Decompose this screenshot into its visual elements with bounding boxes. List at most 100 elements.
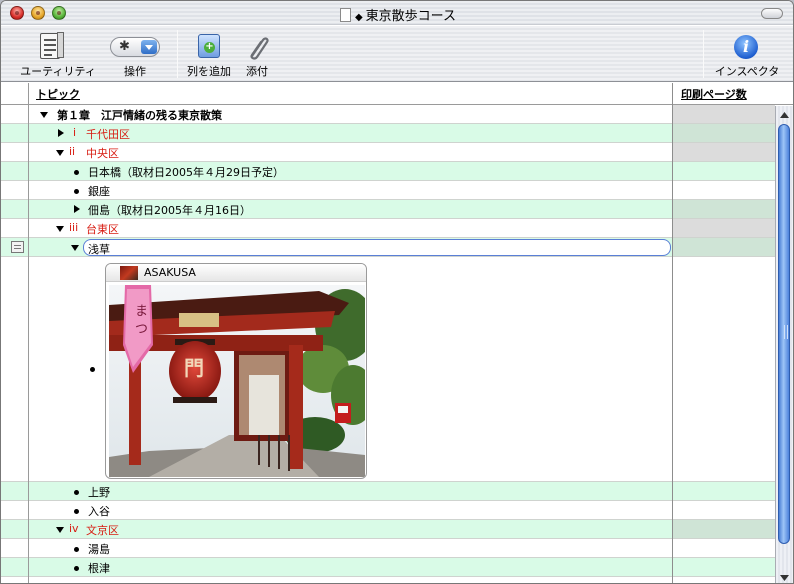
row-text: 佃島（取材日2005年４月16日） — [88, 204, 251, 217]
column-header-row: トピック 印刷ページ数 — [1, 83, 793, 105]
bullet-icon — [74, 547, 79, 552]
print-pages-cell[interactable] — [673, 200, 775, 218]
bullet-icon — [74, 566, 79, 571]
topic-edit-field[interactable]: 浅草 — [83, 239, 671, 256]
window-title-text: 東京散歩コース — [365, 9, 457, 24]
disclosure-expanded-icon[interactable] — [71, 245, 79, 251]
print-pages-cell[interactable] — [673, 162, 775, 180]
inspector-button[interactable]: i インスペクタ — [713, 26, 781, 82]
outline-row[interactable]: 根津 — [1, 558, 775, 577]
print-pages-cell[interactable] — [673, 219, 775, 237]
print-pages-cell[interactable] — [673, 181, 775, 199]
bullet-icon — [74, 509, 79, 514]
row-text: 浅草 — [88, 243, 110, 256]
outline-row-partial[interactable] — [1, 577, 775, 583]
disclosure-collapsed-icon[interactable] — [74, 205, 80, 213]
svg-text:つ: つ — [135, 322, 148, 337]
attach-button[interactable]: 添付 — [235, 26, 279, 82]
column-header-topic[interactable]: トピック — [36, 86, 80, 102]
svg-text:ま: ま — [135, 304, 148, 319]
outline-row[interactable]: iv 文京区 — [1, 520, 775, 539]
row-marker: iv — [69, 522, 79, 535]
vertical-scrollbar[interactable] — [775, 106, 793, 584]
row-handle-divider — [28, 83, 29, 583]
row-text: 湯島 — [88, 543, 110, 556]
add-column-icon: + — [198, 34, 220, 58]
outliner-window: ◆ 東京散歩コース ユーティリティ ✱ 操作 + 列を追加 添付 i インスペク… — [0, 0, 794, 584]
utility-button[interactable]: ユーティリティ — [15, 26, 101, 82]
toolbar-toggle-button[interactable] — [761, 8, 783, 19]
outline-row-selected[interactable]: 浅草 — [1, 238, 775, 257]
print-pages-cell[interactable] — [673, 105, 775, 123]
bullet-icon — [74, 490, 79, 495]
row-marker: iii — [69, 221, 79, 234]
disclosure-expanded-icon[interactable] — [56, 226, 64, 232]
outline-row[interactable]: 佃島（取材日2005年４月16日） — [1, 200, 775, 219]
print-pages-cell[interactable] — [673, 558, 775, 576]
image-attachment[interactable]: ASAKUSA ま つ 門 — [105, 263, 367, 479]
row-marker: ii — [69, 145, 76, 158]
row-text: 文京区 — [86, 524, 119, 537]
attach-label: 添付 — [246, 65, 268, 78]
row-text: 上野 — [88, 486, 110, 499]
bullet-icon — [90, 367, 95, 372]
outline-row[interactable]: 銀座 — [1, 181, 775, 200]
utility-label: ユーティリティ — [20, 65, 96, 78]
outline-row[interactable]: 日本橋（取材日2005年４月29日予定） — [1, 162, 775, 181]
print-pages-cell[interactable] — [673, 501, 775, 519]
disclosure-expanded-icon[interactable] — [56, 527, 64, 533]
row-text: 日本橋（取材日2005年４月29日予定） — [88, 166, 284, 179]
print-pages-cell[interactable] — [673, 539, 775, 557]
toolbar-separator — [703, 30, 704, 78]
toolbar-separator — [177, 30, 178, 78]
window-title: ◆ 東京散歩コース — [1, 5, 793, 24]
add-column-button[interactable]: + 列を追加 — [185, 26, 233, 82]
column-divider[interactable] — [672, 83, 673, 583]
row-text: 銀座 — [88, 185, 110, 198]
toolbar: ユーティリティ ✱ 操作 + 列を追加 添付 i インスペクタ — [1, 26, 793, 82]
add-column-label: 列を追加 — [187, 65, 231, 78]
outline-row[interactable]: 上野 — [1, 482, 775, 501]
row-text: 千代田区 — [86, 128, 130, 141]
photo-thumbnail-icon — [120, 266, 138, 280]
scroll-up-icon[interactable] — [776, 108, 793, 122]
svg-text:門: 門 — [184, 356, 204, 380]
row-text: 中央区 — [86, 147, 119, 160]
row-text: 入谷 — [88, 505, 110, 518]
bullet-icon — [74, 170, 79, 175]
row-text: 台東区 — [86, 223, 119, 236]
image-caption: ASAKUSA — [144, 266, 196, 279]
outline-row[interactable]: 第１章 江戸情緒の残る東京散策 — [1, 105, 775, 124]
row-text: 根津 — [88, 562, 110, 575]
inspector-label: インスペクタ — [714, 65, 780, 78]
print-pages-cell[interactable] — [673, 238, 775, 256]
outline-row[interactable]: 入谷 — [1, 501, 775, 520]
scroll-thumb[interactable] — [778, 124, 790, 544]
row-text: 第１章 江戸情緒の残る東京散策 — [57, 109, 222, 122]
outline-row[interactable]: i 千代田区 — [1, 124, 775, 143]
action-button[interactable]: ✱ 操作 — [93, 26, 177, 82]
gear-icon: ✱ — [119, 39, 130, 54]
print-pages-cell[interactable] — [673, 482, 775, 500]
disclosure-expanded-icon[interactable] — [40, 112, 48, 118]
outline-row[interactable]: 湯島 — [1, 539, 775, 558]
image-caption-bar: ASAKUSA — [106, 264, 366, 282]
utility-icon — [40, 32, 64, 59]
note-icon[interactable] — [11, 241, 24, 253]
disclosure-expanded-icon[interactable] — [56, 150, 64, 156]
scroll-down-icon[interactable] — [776, 571, 793, 584]
chevron-down-icon — [141, 40, 157, 54]
paperclip-icon — [250, 37, 269, 60]
disclosure-collapsed-icon[interactable] — [58, 129, 64, 137]
outline-row[interactable]: ii 中央区 — [1, 143, 775, 162]
info-icon: i — [734, 35, 758, 59]
unsaved-diamond-icon: ◆ — [354, 12, 363, 23]
print-pages-cell[interactable] — [673, 143, 775, 161]
column-header-print-pages[interactable]: 印刷ページ数 — [681, 86, 747, 102]
outline-row[interactable]: iii 台東区 — [1, 219, 775, 238]
print-pages-cell[interactable] — [673, 520, 775, 538]
title-bar[interactable]: ◆ 東京散歩コース — [1, 1, 793, 25]
print-pages-cell[interactable] — [673, 124, 775, 142]
document-icon — [339, 8, 351, 22]
action-popup[interactable]: ✱ — [110, 37, 160, 57]
